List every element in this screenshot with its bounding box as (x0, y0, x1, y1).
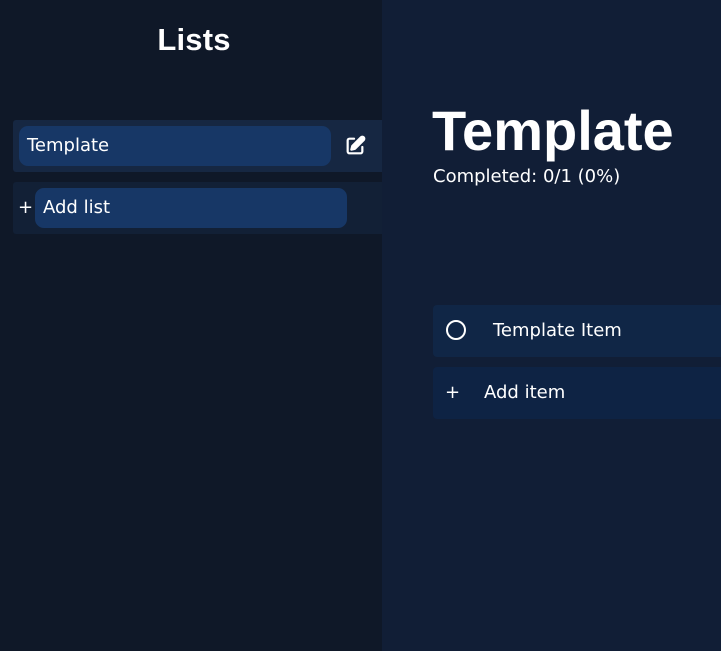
list-item[interactable]: Template Item (433, 305, 721, 357)
list-select-button[interactable]: Template (19, 126, 331, 166)
main-panel: Template Completed: 0/1 (0%) Template It… (382, 0, 721, 651)
page-title: Template (432, 99, 674, 162)
add-list-row[interactable]: + Add list (13, 182, 382, 234)
circle-checkbox-icon[interactable] (446, 320, 466, 340)
add-list-button[interactable]: Add list (35, 188, 347, 228)
item-label: Template Item (493, 320, 622, 341)
list-label: Template (27, 135, 110, 156)
sidebar-title: Lists (157, 22, 231, 57)
add-item-button[interactable]: + Add item (433, 367, 721, 419)
edit-list-button[interactable] (341, 132, 369, 160)
sidebar: Lists Template + Add list (0, 0, 382, 651)
add-item-label: Add item (484, 382, 566, 403)
app-window: Lists Template + Add list Template Compl… (0, 0, 721, 651)
edit-icon (346, 135, 366, 155)
plus-icon: + (445, 382, 461, 403)
plus-icon: + (18, 197, 34, 218)
add-list-label: Add list (43, 197, 111, 218)
sidebar-list-row-template[interactable]: Template (13, 120, 382, 172)
completion-status: Completed: 0/1 (0%) (433, 166, 621, 187)
